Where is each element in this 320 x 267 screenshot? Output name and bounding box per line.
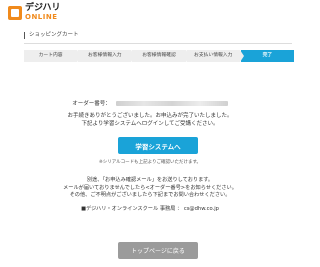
thanks-message: お手続きありがとうございました。お申込みが完了いたしました。 下記より学習システ… [0,113,300,128]
order-number-value-redacted [115,100,228,106]
back-to-top-page-button[interactable]: トップページに戻る [118,242,198,259]
title-divider [24,43,292,44]
contact-info: ■デジハリ・オンラインスクール 事務局 ： cs@dhw.co.jp [81,206,219,212]
checkout-steps: カート内容 お客様情報入力 お客様情報確認 お支払い情報入力 完了 [24,50,295,62]
logo-name: デジハリ [25,3,61,13]
confirmation-mail-message: 別途、「お申込み確認メール」をお送りしております。 メールが届いておりませんでし… [0,177,300,200]
step-payment-input: お支払い情報入力 [186,50,245,62]
logo-sub: ONLINE [25,13,58,21]
step-customer-confirm: お客様情報確認 [132,50,190,62]
serial-code-note: ※シリアルコードも上記よりご確認いただけます。 [98,160,202,165]
logo-icon [8,5,22,20]
step-complete: 完了 [240,50,295,62]
mail-line-3: その他、ご不明点がございましたら下記までお問い合わせください。 [69,192,231,198]
step-customer-input: お客様情報入力 [78,50,136,62]
order-number-row: オーダー番号： [0,99,300,107]
thanks-line-2: 下記より学習システムへログインしてご受講ください。 [81,120,219,127]
site-logo[interactable]: デジハリ ONLINE [8,4,60,21]
learning-system-button[interactable]: 学習システムへ [118,137,198,154]
mail-line-1: 別途、「お申込み確認メール」をお送りしております。 [86,177,214,183]
order-number-label: オーダー番号： [72,101,111,107]
site-header: デジハリ ONLINE [0,0,300,28]
mail-line-2: メールが届いておりませんでしたら<オーダー番号>をお知らせください。 [63,184,237,191]
step-cart: カート内容 [24,50,82,62]
page-title: ショッピングカート [24,32,79,39]
thanks-line-1: お手続きありがとうございました。お申込みが完了いたしました。 [67,113,233,119]
